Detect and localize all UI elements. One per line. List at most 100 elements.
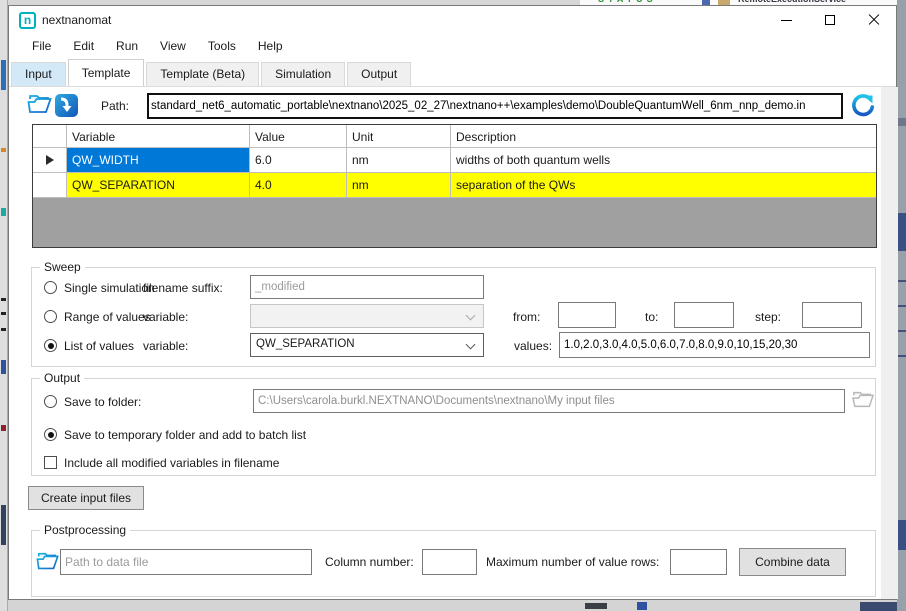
menu-view[interactable]: View	[149, 34, 197, 59]
step-input[interactable]	[802, 302, 862, 328]
tab-output[interactable]: Output	[347, 62, 411, 86]
table-row[interactable]: QW_WIDTH 6.0 nm widths of both quantum w…	[33, 148, 876, 173]
background-mark	[897, 280, 906, 282]
background-app-sliver-left	[0, 0, 8, 611]
background-mark	[897, 118, 906, 126]
cell-description[interactable]: widths of both quantum wells	[451, 148, 876, 172]
reload-template-button[interactable]	[849, 91, 877, 124]
background-mark	[897, 355, 906, 357]
title-bar[interactable]: n nextnanomat	[9, 6, 896, 34]
save-folder-path-input[interactable]	[253, 389, 845, 413]
background-app-sliver-right	[897, 0, 906, 611]
row-selector-cell[interactable]	[33, 173, 67, 197]
background-mark	[897, 213, 906, 251]
list-variable-combobox[interactable]: QW_SEPARATION	[250, 333, 484, 357]
range-of-values-label: Range of values	[64, 310, 151, 324]
column-header-value[interactable]: Value	[250, 125, 347, 147]
sweep-group-title: Sweep	[40, 260, 85, 274]
row-header-column	[33, 125, 67, 147]
list-of-values-label: List of values	[64, 339, 134, 353]
browse-data-file-button[interactable]	[36, 549, 60, 579]
filename-suffix-input[interactable]	[250, 275, 484, 299]
background-mark	[1, 360, 6, 374]
table-row[interactable]: QW_SEPARATION 4.0 nm separation of the Q…	[33, 173, 876, 198]
template-tab-page: Path: Variable Value Unit Description QW…	[9, 86, 896, 599]
background-mark	[1, 312, 6, 315]
column-header-variable[interactable]: Variable	[67, 125, 250, 147]
open-template-button[interactable]	[27, 91, 53, 123]
table-header-row: Variable Value Unit Description	[33, 125, 876, 148]
minimize-button[interactable]	[764, 6, 808, 34]
sweep-group: Sweep Single simulation filename suffix:…	[31, 267, 876, 367]
postprocessing-group: Postprocessing Column number: Maximum nu…	[31, 530, 876, 597]
menu-bar: File Edit Run View Tools Help	[9, 34, 896, 59]
background-mark	[1, 60, 6, 90]
menu-help[interactable]: Help	[247, 34, 294, 59]
save-to-temp-label: Save to temporary folder and add to batc…	[64, 428, 306, 442]
cell-value[interactable]: 4.0	[250, 173, 347, 197]
open-folder-icon	[27, 91, 53, 118]
folder-icon	[852, 388, 874, 410]
step-label: step:	[755, 310, 781, 324]
tab-strip: Input Template Template (Beta) Simulatio…	[11, 59, 896, 86]
cell-description[interactable]: separation of the QWs	[451, 173, 876, 197]
column-header-unit[interactable]: Unit	[347, 125, 451, 147]
create-input-files-button[interactable]: Create input files	[28, 486, 144, 510]
column-number-label: Column number:	[325, 555, 414, 569]
maximize-icon	[825, 15, 835, 25]
values-input[interactable]	[559, 332, 870, 358]
background-mark	[1, 148, 6, 152]
chevron-down-icon	[466, 340, 476, 350]
values-label: values:	[514, 339, 552, 353]
tab-simulation[interactable]: Simulation	[261, 62, 345, 86]
filename-suffix-label: filename suffix:	[143, 281, 223, 295]
row-selector-cell[interactable]	[33, 148, 67, 172]
cell-variable[interactable]: QW_SEPARATION	[67, 173, 250, 197]
menu-run[interactable]: Run	[105, 34, 149, 59]
range-of-values-radio[interactable]	[44, 310, 57, 323]
save-to-temp-radio[interactable]	[44, 428, 57, 441]
tab-template-beta[interactable]: Template (Beta)	[146, 62, 259, 86]
column-number-input[interactable]	[422, 549, 477, 575]
list-variable-label: variable:	[143, 339, 188, 353]
maximize-button[interactable]	[808, 6, 852, 34]
range-variable-combobox[interactable]	[250, 304, 484, 328]
background-mark	[897, 330, 906, 332]
menu-file[interactable]: File	[21, 34, 62, 59]
data-file-path-input[interactable]	[60, 549, 312, 575]
to-input[interactable]	[674, 302, 734, 328]
list-of-values-radio[interactable]	[44, 339, 57, 352]
load-template-button[interactable]	[53, 91, 80, 124]
list-variable-value: QW_SEPARATION	[256, 338, 355, 350]
browse-folder-button[interactable]	[852, 388, 874, 415]
open-folder-icon	[36, 549, 60, 574]
save-to-folder-label: Save to folder:	[64, 395, 141, 409]
cell-value[interactable]: 6.0	[250, 148, 347, 172]
save-to-folder-radio[interactable]	[44, 395, 57, 408]
row-selector-arrow-icon	[46, 155, 54, 165]
tab-template[interactable]: Template	[68, 59, 145, 86]
background-mark	[1, 298, 6, 301]
path-input[interactable]	[147, 93, 843, 119]
cell-variable[interactable]: QW_WIDTH	[67, 148, 250, 172]
to-label: to:	[645, 310, 658, 324]
background-mark	[1, 328, 6, 331]
background-mark	[1, 208, 6, 216]
combine-data-button[interactable]: Combine data	[739, 548, 846, 576]
include-variables-checkbox[interactable]	[44, 456, 57, 469]
background-mark	[585, 603, 607, 609]
menu-edit[interactable]: Edit	[62, 34, 105, 59]
column-header-description[interactable]: Description	[451, 125, 876, 147]
menu-tools[interactable]: Tools	[197, 34, 247, 59]
close-button[interactable]	[852, 6, 896, 34]
single-simulation-radio[interactable]	[44, 281, 57, 294]
max-value-rows-input[interactable]	[670, 549, 727, 575]
background-mark	[897, 305, 906, 307]
cell-unit[interactable]: nm	[347, 173, 451, 197]
background-mark	[1, 425, 6, 431]
variables-table: Variable Value Unit Description QW_WIDTH…	[32, 124, 877, 248]
from-input[interactable]	[558, 302, 616, 328]
cell-unit[interactable]: nm	[347, 148, 451, 172]
background-mark	[897, 520, 906, 550]
tab-input[interactable]: Input	[11, 62, 66, 86]
